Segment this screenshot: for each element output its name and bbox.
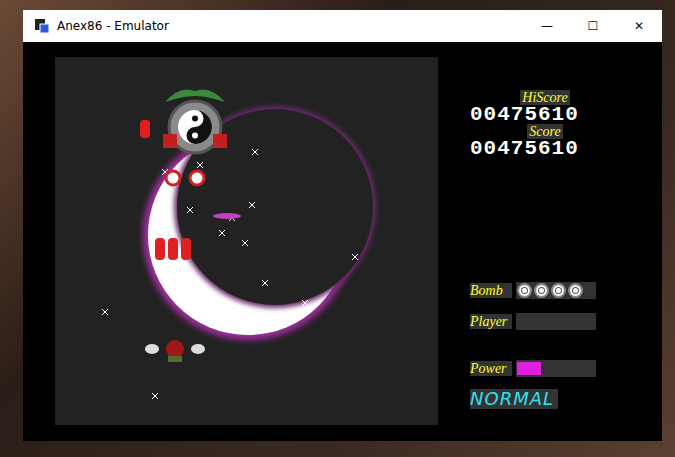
star-icon [252, 149, 258, 155]
score-value: 00475610 [470, 139, 620, 158]
star-icon [187, 207, 193, 213]
star-icon [262, 280, 268, 286]
app-icon [35, 19, 49, 33]
star-icon [249, 202, 255, 208]
star-icon [219, 230, 225, 236]
power-fill [517, 362, 541, 375]
player-row: Player [470, 313, 620, 330]
star-icon [197, 162, 203, 168]
player-label: Player [470, 314, 512, 329]
star-icon [242, 240, 248, 246]
star-icon [102, 309, 108, 315]
bomb-icon [517, 283, 532, 298]
window-control-button[interactable]: — [524, 10, 570, 42]
power-bar [516, 360, 596, 377]
hiscore-value: 00475610 [470, 105, 620, 124]
sprites [55, 57, 438, 425]
player-ship-icon [145, 340, 205, 362]
power-label: Power [470, 361, 512, 376]
star-icon [152, 393, 158, 399]
power-row: Power [470, 360, 620, 377]
star-icon [302, 300, 308, 306]
window-title: Anex86 - Emulator [57, 19, 169, 33]
title-bar: Anex86 - Emulator —☐✕ [23, 10, 662, 42]
star-icon [180, 267, 186, 273]
lives-bar [516, 313, 596, 330]
window-control-button[interactable]: ☐ [570, 10, 616, 42]
hiscore-label: HiScore [520, 90, 569, 105]
bomb-bar [516, 282, 596, 299]
bomb-icon [534, 283, 549, 298]
hud-panel: HiScore00475610Score00475610BombPlayerPo… [470, 57, 620, 409]
score-label: Score [527, 124, 562, 139]
star-icon [352, 254, 358, 260]
bomb-label: Bomb [470, 283, 512, 298]
bomb-icon [551, 283, 566, 298]
play-field [55, 57, 438, 425]
emulator-screen: HiScore00475610Score00475610BombPlayerPo… [23, 42, 662, 441]
bullet-icon [140, 120, 204, 260]
window-control-button[interactable]: ✕ [616, 10, 662, 42]
boss-yin-yang-icon [163, 89, 227, 153]
bomb-row: Bomb [470, 282, 620, 299]
window-controls: —☐✕ [524, 10, 662, 42]
difficulty-label: NORMAL [470, 389, 558, 409]
desktop: Anex86 - Emulator—☐✕HiScore00475610Score… [0, 0, 675, 457]
sparkle-icon [213, 213, 241, 219]
bomb-icon [568, 283, 583, 298]
emulator-window: Anex86 - Emulator—☐✕HiScore00475610Score… [23, 10, 662, 441]
